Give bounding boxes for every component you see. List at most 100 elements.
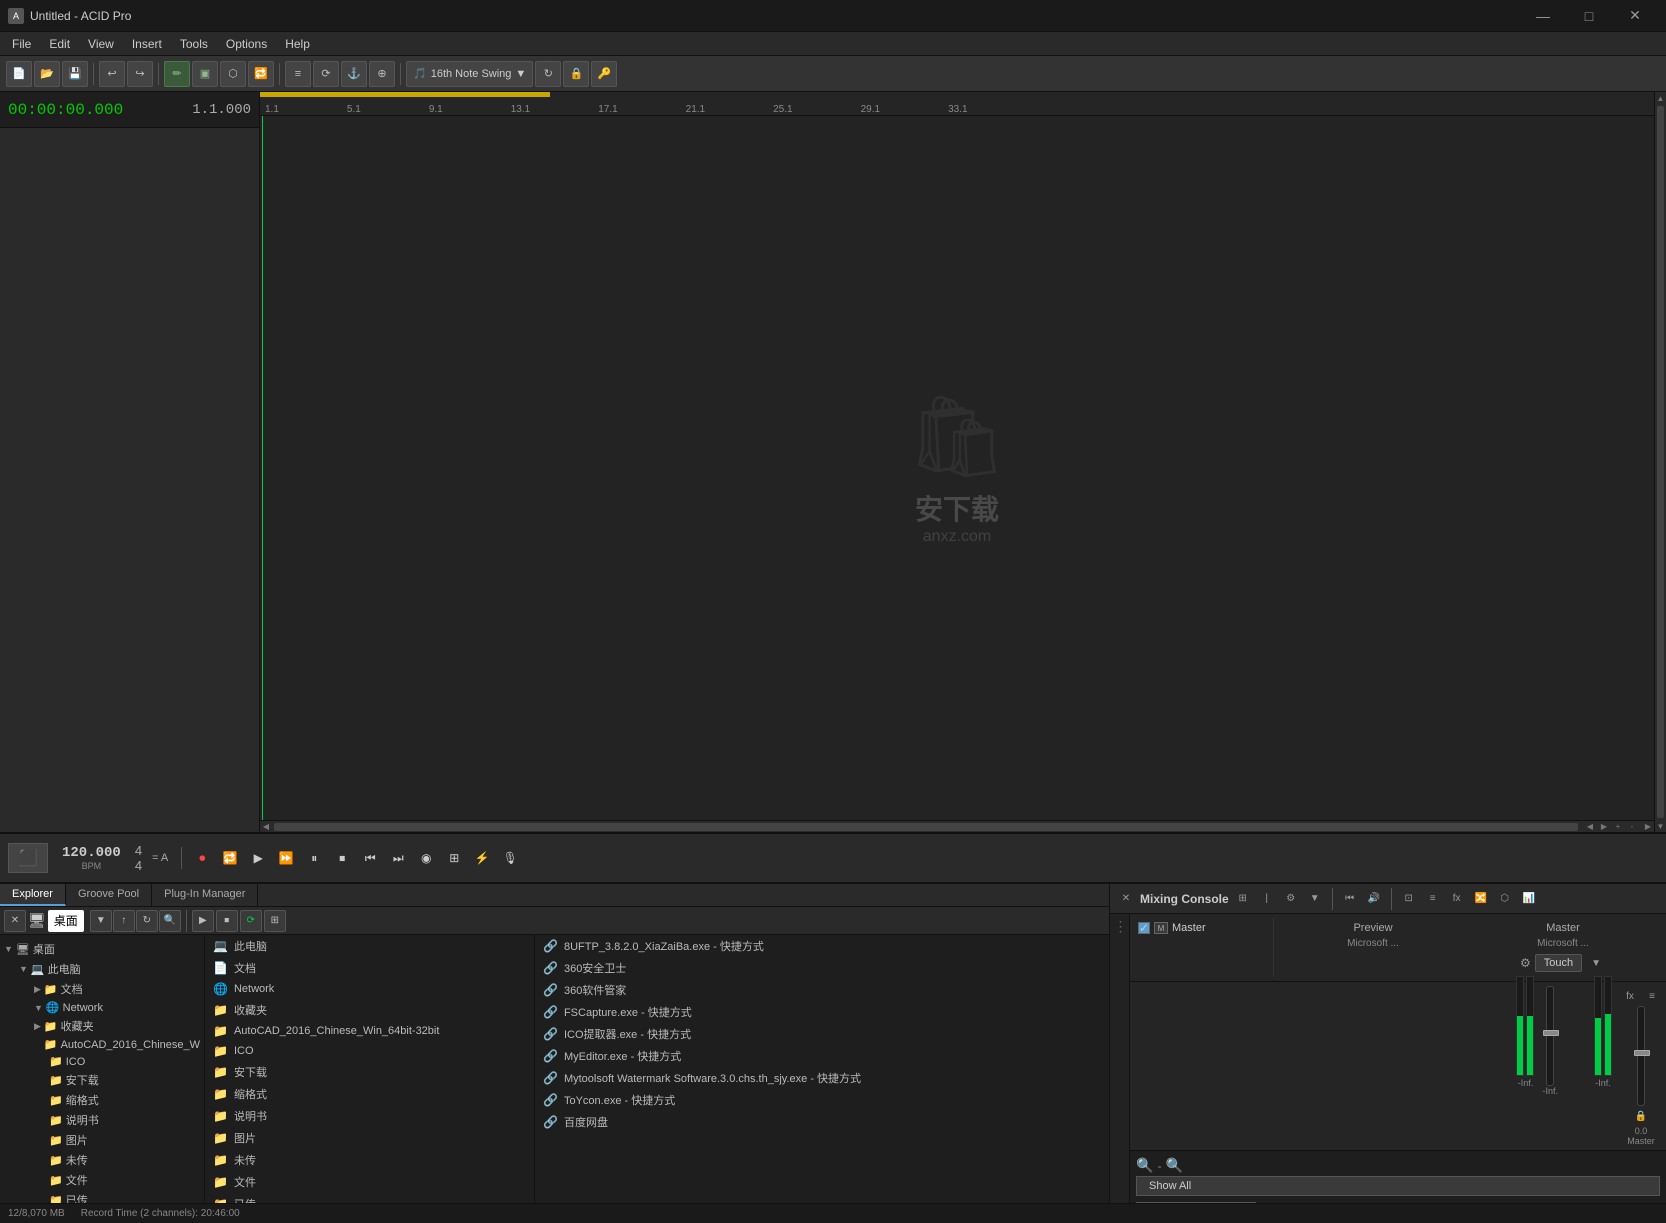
- tree-item-favorites[interactable]: ▶ 📁 收藏夹: [0, 1016, 204, 1036]
- tree-item-sent[interactable]: 📁 已传: [0, 1190, 204, 1203]
- touch-dropdown-btn[interactable]: ▼: [1586, 953, 1606, 973]
- tree-item-pictures[interactable]: 📁 图片: [0, 1130, 204, 1150]
- arm-btn[interactable]: 🎙: [499, 847, 521, 869]
- toolbar-tool4[interactable]: ⊕: [369, 61, 395, 87]
- toolbar-erase[interactable]: ⬡: [220, 61, 246, 87]
- touch-button[interactable]: Touch: [1535, 954, 1582, 972]
- explorer-search-btn[interactable]: 🔍: [159, 910, 181, 932]
- punch-btn[interactable]: ⚡: [471, 847, 493, 869]
- file-item-360[interactable]: 🔗 360安全卫士: [535, 957, 1109, 979]
- tree-item-download[interactable]: 📁 安下载: [0, 1070, 204, 1090]
- toolbar-undo[interactable]: ↩: [99, 61, 125, 87]
- toolbar-new[interactable]: 📄: [6, 61, 32, 87]
- file-item-network[interactable]: 🌐 Network: [205, 979, 534, 999]
- explorer-refresh-btn[interactable]: ↻: [136, 910, 158, 932]
- loop-button[interactable]: ⬛: [8, 843, 48, 873]
- file-item-docs[interactable]: 📄 文档: [205, 957, 534, 979]
- hscroll-prev-btn[interactable]: ◀: [1584, 822, 1596, 831]
- play-button[interactable]: ▶: [247, 847, 269, 869]
- maximize-button[interactable]: □: [1566, 0, 1612, 32]
- tree-item-computer[interactable]: ▼ 💻 此电脑: [0, 959, 204, 979]
- timeline-selection-bar[interactable]: [260, 92, 550, 97]
- toolbar-select[interactable]: ▣: [192, 61, 218, 87]
- menu-edit[interactable]: Edit: [41, 35, 78, 53]
- menu-tools[interactable]: Tools: [172, 35, 216, 53]
- explorer-up-btn[interactable]: ↑: [113, 910, 135, 932]
- menu-insert[interactable]: Insert: [124, 35, 170, 53]
- file-item-baidu[interactable]: 🔗 百度网盘: [535, 1111, 1109, 1133]
- file-item-ico-extractor[interactable]: 🔗 ICO提取器.exe - 快捷方式: [535, 1023, 1109, 1045]
- mc-tool2[interactable]: ≡: [1423, 889, 1443, 909]
- file-item-manual[interactable]: 📁 说明书: [205, 1105, 534, 1127]
- zoom-minus-icon[interactable]: -: [1157, 1159, 1161, 1173]
- hscroll-track[interactable]: [272, 823, 1580, 831]
- address-dropdown-btn[interactable]: ▼: [90, 910, 112, 932]
- toolbar-lock[interactable]: 🔒: [563, 61, 589, 87]
- zoom-in-icon[interactable]: 🔍: [1165, 1157, 1182, 1174]
- file-item-sent[interactable]: 📁 已传: [205, 1193, 534, 1203]
- mc-tool5[interactable]: 📊: [1519, 889, 1539, 909]
- file-item-myeditor[interactable]: 🔗 MyEditor.exe - 快捷方式: [535, 1045, 1109, 1067]
- hscroll-left-btn[interactable]: ◀: [260, 821, 272, 832]
- address-bar[interactable]: 桌面: [48, 910, 84, 932]
- show-all-button[interactable]: Show All: [1136, 1176, 1660, 1196]
- hscroll-next-btn[interactable]: ▶: [1598, 822, 1610, 831]
- hscroll-right-btn[interactable]: ▶: [1642, 821, 1654, 832]
- hscroll-zoom-out[interactable]: -: [1626, 822, 1638, 831]
- toolbar-redo[interactable]: ↪: [127, 61, 153, 87]
- touch-gear-icon[interactable]: ⚙: [1520, 956, 1531, 970]
- mc-tool1[interactable]: ⊡: [1399, 889, 1419, 909]
- master-lock-btn[interactable]: 🔒: [1631, 1106, 1651, 1126]
- timeline-canvas[interactable]: 🛍 安下载 anxz.com: [260, 116, 1654, 820]
- toolbar-refresh[interactable]: ↻: [535, 61, 561, 87]
- master-fader-thumb[interactable]: [1634, 1050, 1650, 1056]
- mc-dropdown-btn[interactable]: ▼: [1305, 889, 1325, 909]
- vscroll-up-btn[interactable]: ▲: [1655, 92, 1666, 104]
- file-item-8uftp[interactable]: 🔗 8UFTP_3.8.2.0_XiaZaiBa.exe - 快捷方式: [535, 935, 1109, 957]
- file-item-download[interactable]: 📁 安下载: [205, 1061, 534, 1083]
- marker-btn[interactable]: ◉: [415, 847, 437, 869]
- explorer-close-btn[interactable]: ✕: [4, 910, 26, 932]
- tree-item-desktop[interactable]: ▼ 🖥 桌面: [0, 939, 204, 959]
- tree-item-compress[interactable]: 📁 缩格式: [0, 1090, 204, 1110]
- toolbar-key[interactable]: 🔑: [591, 61, 617, 87]
- pause-button[interactable]: ⏸: [303, 847, 325, 869]
- mc-skip-start[interactable]: ⏮: [1340, 889, 1360, 909]
- hscroll-zoom-in[interactable]: +: [1612, 822, 1624, 831]
- file-item-favorites[interactable]: 📁 收藏夹: [205, 999, 534, 1021]
- tree-item-files[interactable]: 📁 文件: [0, 1170, 204, 1190]
- ex-grid-btn[interactable]: ⊞: [264, 910, 286, 932]
- tree-item-autocad[interactable]: 📁 AutoCAD_2016_Chinese_W: [0, 1036, 204, 1053]
- toolbar-save[interactable]: 💾: [62, 61, 88, 87]
- mc-grid-btn[interactable]: ⊞: [1233, 889, 1253, 909]
- skip-prev-btn[interactable]: ⏭: [387, 847, 409, 869]
- record-button[interactable]: ⏺: [191, 847, 213, 869]
- tree-item-unsent[interactable]: 📁 未传: [0, 1150, 204, 1170]
- mc-tool4[interactable]: ⬡: [1495, 889, 1515, 909]
- file-item-360mgr[interactable]: 🔗 360软件管家: [535, 979, 1109, 1001]
- toolbar-open[interactable]: 📂: [34, 61, 60, 87]
- tree-item-ico[interactable]: 📁 ICO: [0, 1053, 204, 1070]
- file-item-ico[interactable]: 📁 ICO: [205, 1041, 534, 1061]
- file-item-computer[interactable]: 💻 此电脑: [205, 935, 534, 957]
- preview-fader-thumb[interactable]: [1543, 1030, 1559, 1036]
- mc-fx-btn[interactable]: fx: [1447, 889, 1467, 909]
- ex-autoplay-btn[interactable]: ⟳: [240, 910, 262, 932]
- mc-gear-btn[interactable]: ⚙: [1281, 889, 1301, 909]
- tree-item-network[interactable]: ▼ 🌐 Network: [0, 999, 204, 1016]
- filter-audio-tracks[interactable]: Audio Tracks: [1136, 1202, 1256, 1203]
- master-fader-track[interactable]: [1637, 1006, 1645, 1106]
- vscroll-down-btn[interactable]: ▼: [1655, 820, 1666, 832]
- toolbar-tool2[interactable]: ⟳: [313, 61, 339, 87]
- loop-transport-btn[interactable]: 🔁: [219, 847, 241, 869]
- mc-vol-btn[interactable]: 🔊: [1364, 889, 1384, 909]
- snap-btn[interactable]: ⊞: [443, 847, 465, 869]
- master-mute[interactable]: M: [1154, 922, 1168, 934]
- menu-view[interactable]: View: [80, 35, 122, 53]
- master-check[interactable]: ✓: [1138, 922, 1150, 934]
- file-item-fscapture[interactable]: 🔗 FSCapture.exe - 快捷方式: [535, 1001, 1109, 1023]
- file-item-pictures[interactable]: 📁 图片: [205, 1127, 534, 1149]
- toolbar-tool3[interactable]: ⚓: [341, 61, 367, 87]
- skip-back-btn[interactable]: ⏮: [359, 847, 381, 869]
- menu-file[interactable]: File: [4, 35, 39, 53]
